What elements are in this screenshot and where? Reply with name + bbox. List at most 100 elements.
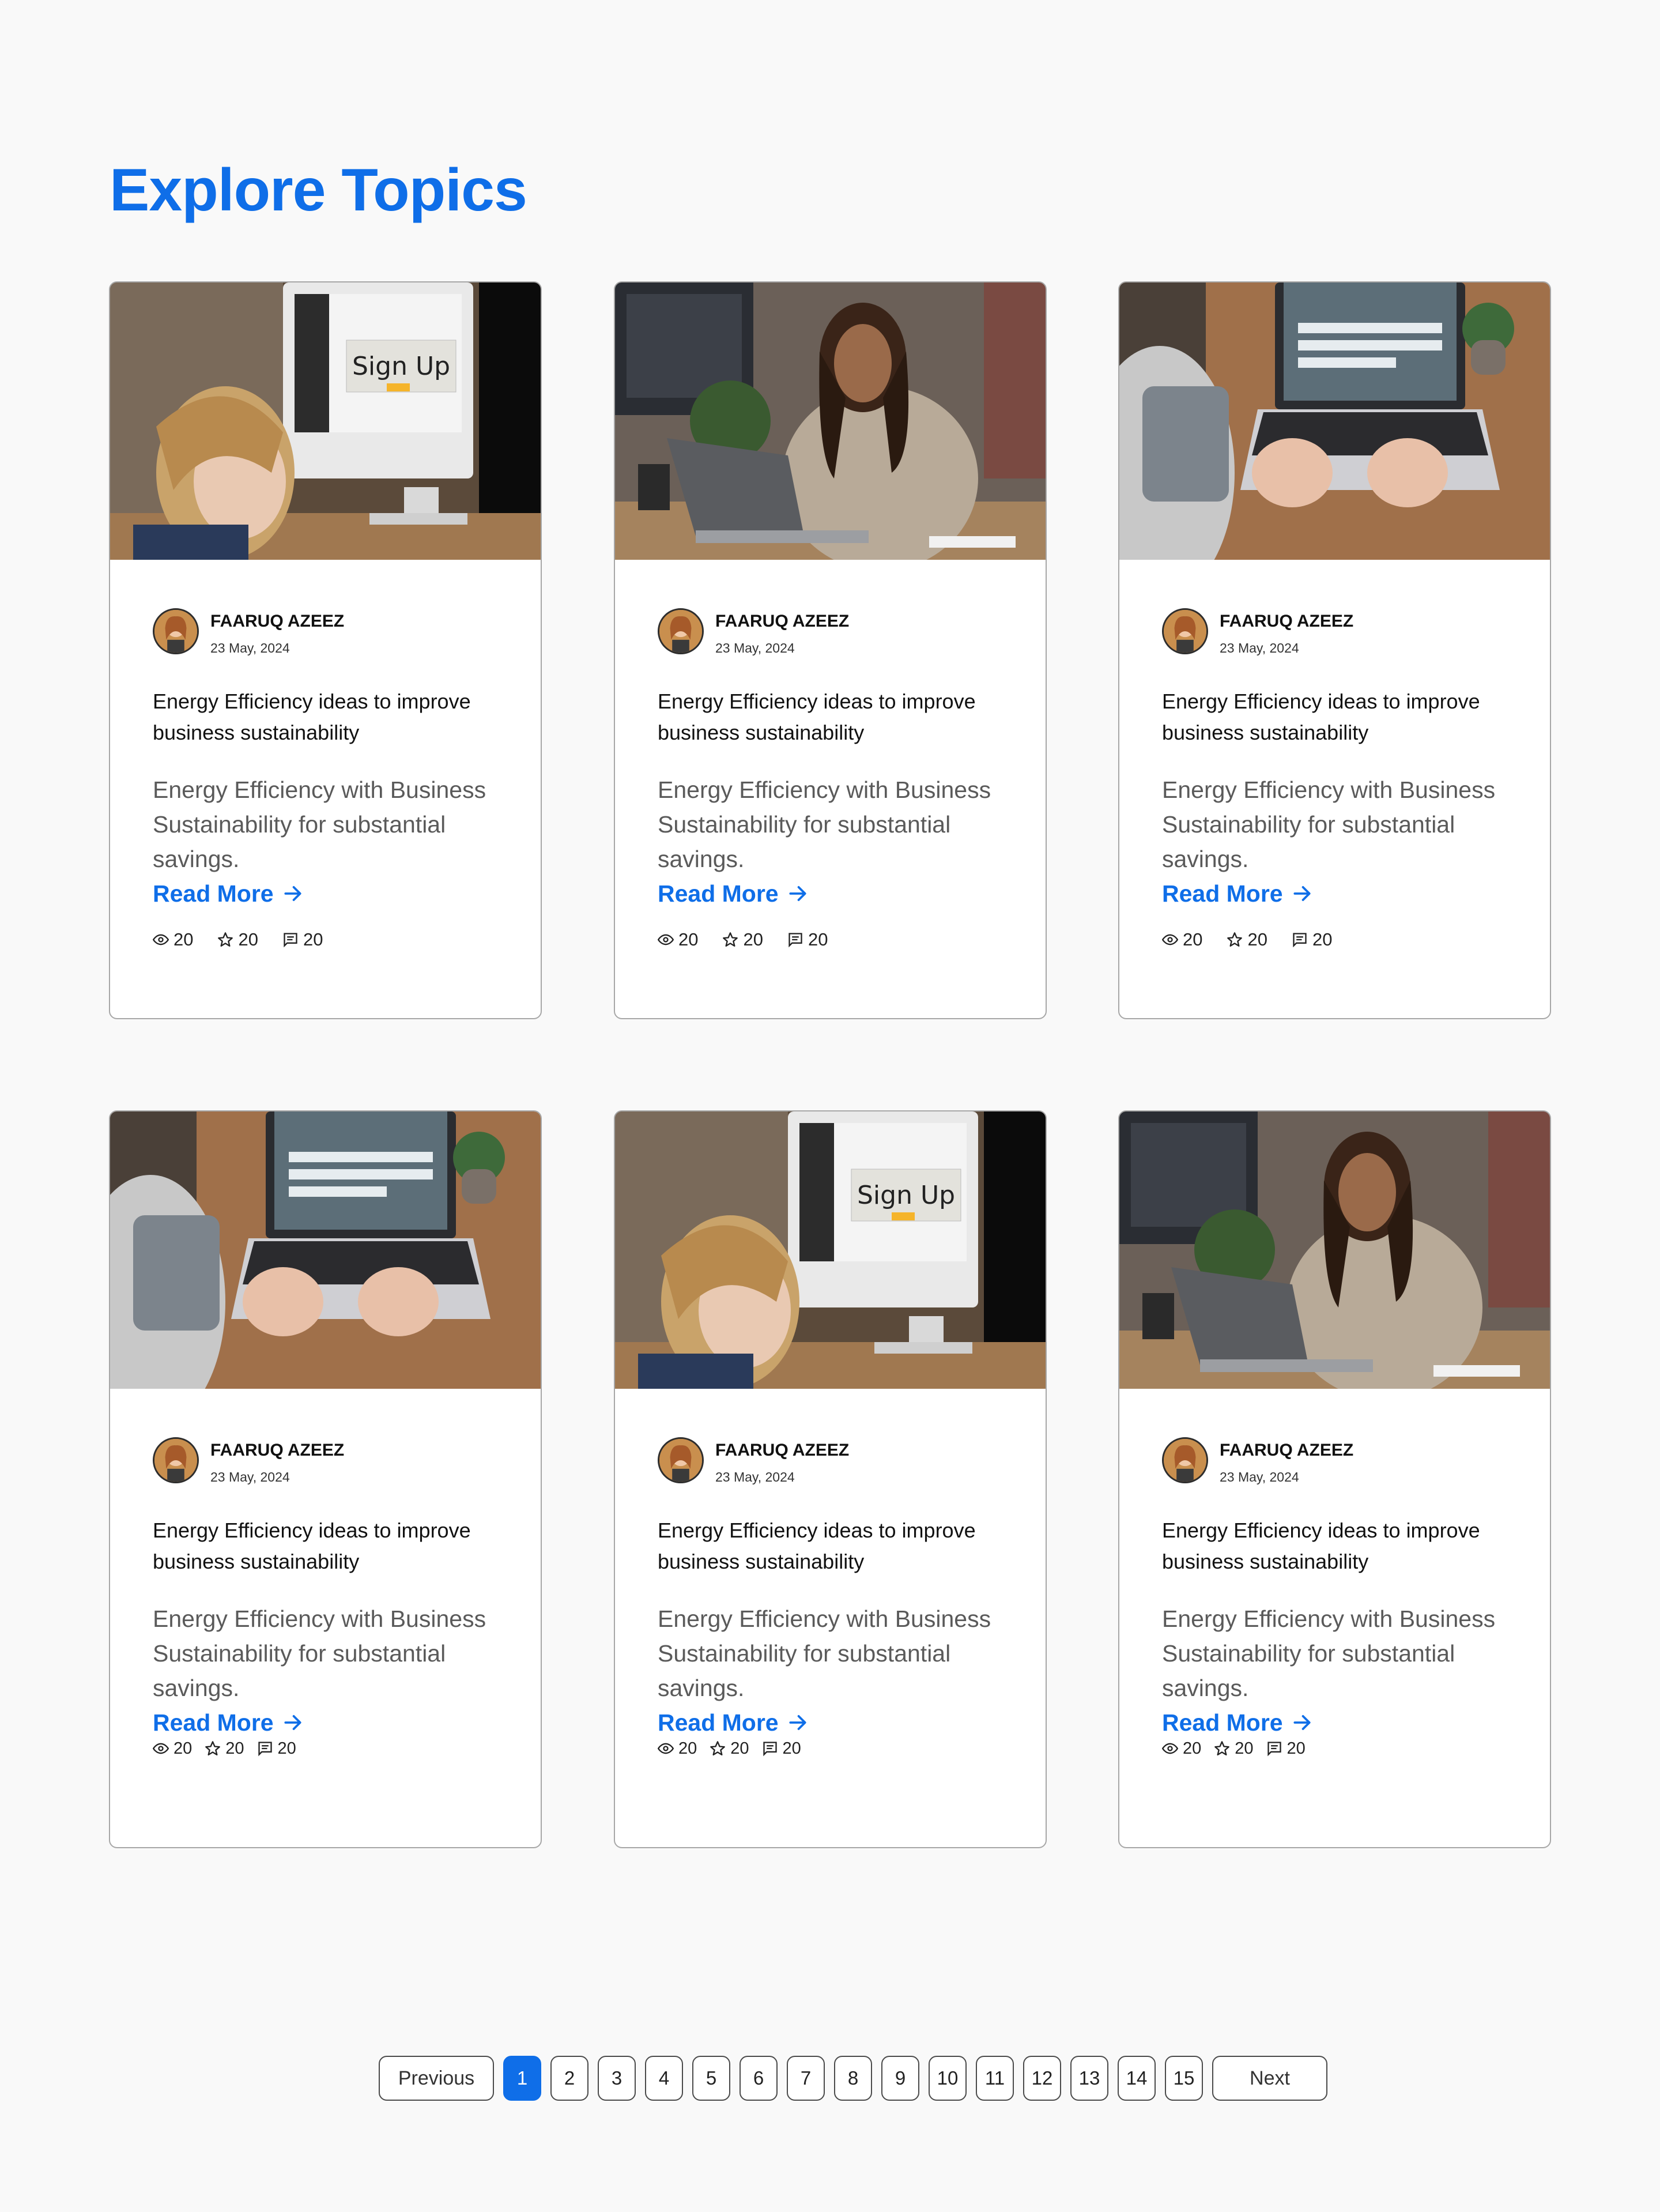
comments-count: 20 bbox=[277, 1739, 296, 1758]
stars-stat[interactable]: 20 bbox=[1214, 1739, 1254, 1758]
read-more-link[interactable]: Read More bbox=[658, 876, 809, 911]
card-title: Energy Efficiency ideas to improve busin… bbox=[153, 689, 471, 744]
comments-stat[interactable]: 20 bbox=[787, 929, 828, 950]
star-icon bbox=[710, 1741, 726, 1756]
comments-stat[interactable]: 20 bbox=[762, 1739, 801, 1758]
topic-card[interactable]: FAARUQ AZEEZ 23 May, 2024 Energy Efficie… bbox=[614, 281, 1047, 1019]
read-more-label: Read More bbox=[1162, 1709, 1283, 1736]
comment-icon bbox=[763, 1742, 777, 1757]
read-more-label: Read More bbox=[658, 1709, 779, 1736]
card-stats: 20 20 20 bbox=[1162, 1737, 1318, 1760]
topic-card[interactable]: Sign Up FAARUQ AZEEZ 23 May, 2024 Energy… bbox=[614, 1110, 1047, 1848]
read-more-link[interactable]: Read More bbox=[153, 876, 304, 911]
read-more-link[interactable]: Read More bbox=[153, 1705, 304, 1740]
author-avatar bbox=[1162, 608, 1208, 654]
read-more-link[interactable]: Read More bbox=[1162, 876, 1313, 911]
comments-count: 20 bbox=[782, 1739, 801, 1758]
author-block: FAARUQ AZEEZ 23 May, 2024 bbox=[1162, 608, 1508, 657]
topic-card[interactable]: FAARUQ AZEEZ 23 May, 2024 Energy Efficie… bbox=[1118, 1110, 1551, 1848]
topic-card[interactable]: FAARUQ AZEEZ 23 May, 2024 Energy Efficie… bbox=[109, 1110, 542, 1848]
star-icon bbox=[1214, 1741, 1230, 1756]
page-button-1[interactable]: 1 bbox=[503, 2056, 541, 2101]
card-image-typing-laptop[interactable] bbox=[1119, 282, 1550, 560]
views-stat: 20 bbox=[658, 1739, 697, 1758]
author-block: FAARUQ AZEEZ 23 May, 2024 bbox=[153, 608, 499, 657]
page-button-12[interactable]: 12 bbox=[1023, 2056, 1061, 2101]
stars-stat[interactable]: 20 bbox=[205, 1739, 244, 1758]
read-more-label: Read More bbox=[1162, 880, 1283, 907]
stars-count: 20 bbox=[743, 929, 763, 949]
author-name: FAARUQ AZEEZ bbox=[210, 1441, 345, 1460]
topic-card[interactable]: Sign Up FAARUQ AZEEZ 23 May, 2024 Energy… bbox=[109, 281, 542, 1019]
read-more-label: Read More bbox=[153, 880, 274, 907]
arrow-right-icon bbox=[789, 886, 806, 901]
comments-count: 20 bbox=[1286, 1739, 1306, 1758]
page-button-8[interactable]: 8 bbox=[834, 2056, 872, 2101]
page-button-3[interactable]: 3 bbox=[598, 2056, 636, 2101]
card-stats: 20 20 20 bbox=[658, 928, 852, 951]
stars-stat[interactable]: 20 bbox=[1227, 929, 1267, 950]
author-block: FAARUQ AZEEZ 23 May, 2024 bbox=[658, 608, 1003, 657]
eye-icon bbox=[658, 934, 674, 945]
comments-stat[interactable]: 20 bbox=[1266, 1739, 1306, 1758]
page-button-9[interactable]: 9 bbox=[881, 2056, 919, 2101]
author-avatar bbox=[1162, 1437, 1208, 1483]
pagination: Previous 1 2 3 4 5 6 7 8 9 10 11 12 13 1… bbox=[379, 2055, 1327, 2101]
author-name: FAARUQ AZEEZ bbox=[715, 1441, 850, 1460]
stars-stat[interactable]: 20 bbox=[722, 929, 763, 950]
previous-button[interactable]: Previous bbox=[379, 2056, 494, 2101]
next-button[interactable]: Next bbox=[1212, 2056, 1327, 2101]
card-image-typing-laptop[interactable] bbox=[110, 1111, 541, 1389]
page-button-6[interactable]: 6 bbox=[740, 2056, 778, 2101]
card-image-desktop-signup[interactable]: Sign Up bbox=[110, 282, 541, 560]
card-image-woman-laptop[interactable] bbox=[1119, 1111, 1550, 1389]
author-avatar bbox=[153, 1437, 199, 1483]
comment-icon bbox=[1293, 933, 1307, 948]
read-more-label: Read More bbox=[153, 1709, 274, 1736]
stars-count: 20 bbox=[730, 1739, 749, 1758]
read-more-link[interactable]: Read More bbox=[658, 1705, 809, 1740]
stars-stat[interactable]: 20 bbox=[710, 1739, 749, 1758]
post-date: 23 May, 2024 bbox=[1220, 640, 1299, 655]
stars-count: 20 bbox=[225, 1739, 244, 1758]
comments-stat[interactable]: 20 bbox=[1292, 929, 1332, 950]
card-title: Energy Efficiency ideas to improve busin… bbox=[1162, 1518, 1480, 1573]
comment-icon bbox=[1267, 1742, 1281, 1757]
card-description: Energy Efficiency with Business Sustaina… bbox=[153, 1606, 486, 1701]
author-name: FAARUQ AZEEZ bbox=[1220, 612, 1354, 631]
author-avatar bbox=[658, 608, 704, 654]
views-stat: 20 bbox=[153, 929, 193, 950]
card-image-desktop-signup[interactable]: Sign Up bbox=[615, 1111, 1046, 1389]
page-button-11[interactable]: 11 bbox=[976, 2056, 1014, 2101]
author-avatar bbox=[658, 1437, 704, 1483]
arrow-right-icon bbox=[789, 1715, 806, 1730]
page-button-7[interactable]: 7 bbox=[787, 2056, 825, 2101]
page-button-14[interactable]: 14 bbox=[1118, 2056, 1156, 2101]
star-icon bbox=[218, 932, 233, 947]
author-block: FAARUQ AZEEZ 23 May, 2024 bbox=[1162, 1437, 1508, 1486]
views-count: 20 bbox=[678, 1739, 697, 1758]
card-image-woman-laptop[interactable] bbox=[615, 282, 1046, 560]
page-button-10[interactable]: 10 bbox=[929, 2056, 967, 2101]
card-description: Energy Efficiency with Business Sustaina… bbox=[1162, 1606, 1496, 1701]
eye-icon bbox=[658, 1743, 674, 1754]
stars-stat[interactable]: 20 bbox=[217, 929, 258, 950]
comments-stat[interactable]: 20 bbox=[257, 1739, 296, 1758]
page-button-13[interactable]: 13 bbox=[1070, 2056, 1108, 2101]
arrow-right-icon bbox=[1293, 886, 1311, 901]
eye-icon bbox=[1162, 934, 1178, 945]
views-count: 20 bbox=[678, 929, 699, 949]
page-button-2[interactable]: 2 bbox=[550, 2056, 588, 2101]
comments-stat[interactable]: 20 bbox=[282, 929, 323, 950]
page-button-15[interactable]: 15 bbox=[1165, 2056, 1203, 2101]
read-more-link[interactable]: Read More bbox=[1162, 1705, 1313, 1740]
arrow-right-icon bbox=[1293, 1715, 1311, 1730]
page-button-5[interactable]: 5 bbox=[692, 2056, 730, 2101]
topic-card[interactable]: FAARUQ AZEEZ 23 May, 2024 Energy Efficie… bbox=[1118, 281, 1551, 1019]
post-date: 23 May, 2024 bbox=[715, 640, 795, 655]
star-icon bbox=[205, 1741, 221, 1756]
comments-count: 20 bbox=[1312, 929, 1333, 949]
eye-icon bbox=[1162, 1743, 1178, 1754]
views-stat: 20 bbox=[1162, 929, 1202, 950]
page-button-4[interactable]: 4 bbox=[645, 2056, 683, 2101]
